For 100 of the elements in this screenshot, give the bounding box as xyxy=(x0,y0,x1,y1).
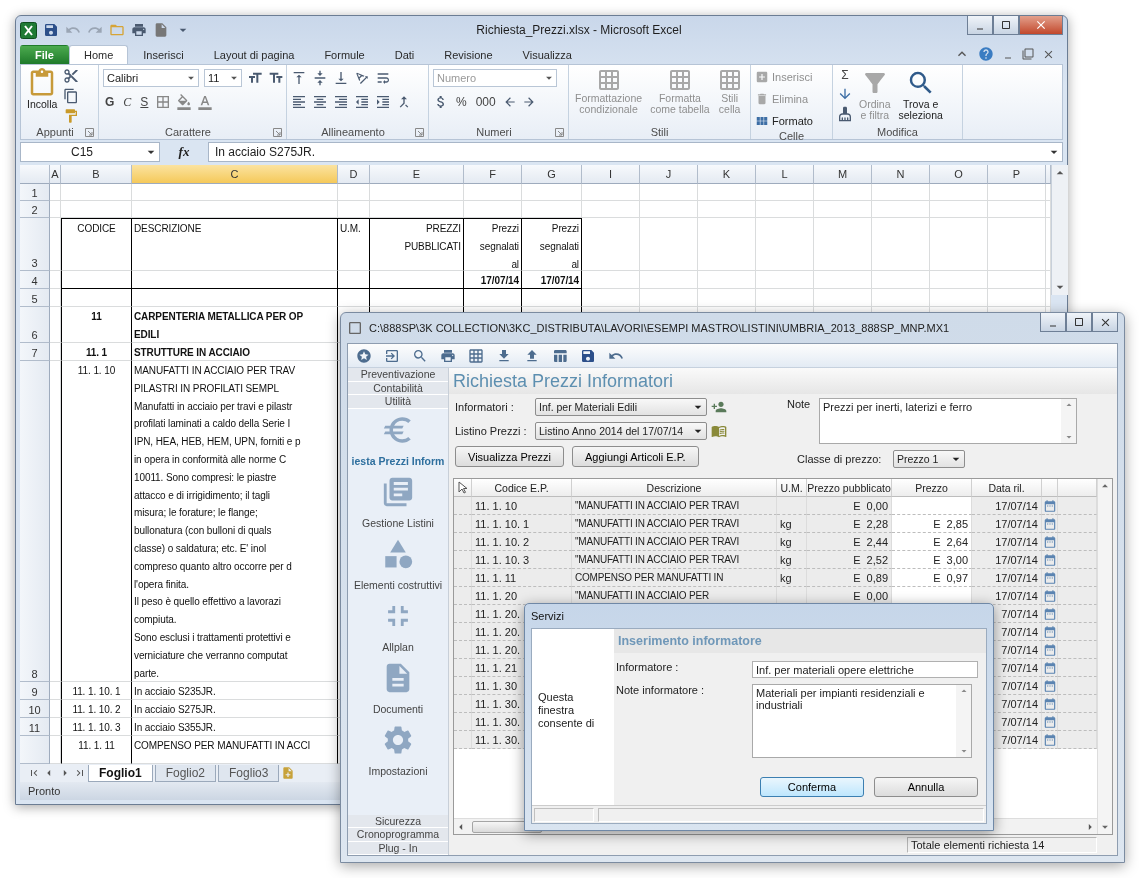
price-class-dropdown[interactable]: Prezzo 1 xyxy=(893,450,965,468)
spreadsheet-cell[interactable]: Prezzi segnalati al xyxy=(464,218,522,271)
scrollbar[interactable] xyxy=(956,685,971,757)
column-header[interactable]: C xyxy=(132,165,338,184)
spreadsheet-cell[interactable]: 11. 1. 10 xyxy=(61,361,132,682)
sidebar-section[interactable]: Preventivazione xyxy=(348,368,448,382)
align-right-icon[interactable] xyxy=(333,94,349,110)
spreadsheet-cell[interactable]: PREZZI PUBBLICATI xyxy=(370,218,464,271)
maximize-icon[interactable] xyxy=(1000,19,1012,31)
save-icon[interactable] xyxy=(580,347,596,364)
column-header[interactable]: A xyxy=(50,165,61,184)
person-add-icon[interactable] xyxy=(711,399,727,415)
column-header[interactable]: D xyxy=(338,165,370,184)
maximize-icon[interactable] xyxy=(1073,316,1085,328)
align-left-icon[interactable] xyxy=(291,94,307,110)
ribbon-tab[interactable]: File xyxy=(20,45,69,64)
row-header[interactable]: 6 xyxy=(20,307,50,343)
text-rotation-icon[interactable] xyxy=(354,70,370,86)
maximize-button[interactable] xyxy=(1066,313,1092,332)
sidebar-item[interactable]: Impostazioni xyxy=(348,718,448,781)
note-field[interactable]: Materiali per impianti residenziali e industriali xyxy=(752,684,972,758)
column-header[interactable]: O xyxy=(930,165,988,184)
spreadsheet-cell[interactable]: CARPENTERIA METALLICA PER OP EDILI xyxy=(132,307,338,343)
ribbon-tab[interactable]: Dati xyxy=(379,45,430,64)
scrollbar[interactable] xyxy=(1097,479,1112,834)
launcher-icon[interactable] xyxy=(273,127,282,137)
row-selector[interactable] xyxy=(454,731,472,749)
exit-icon[interactable] xyxy=(384,347,400,364)
maximize-button[interactable] xyxy=(993,16,1019,35)
spreadsheet-cell[interactable]: MANUFATTI IN ACCIAIO PER TRAV PILASTRI IN PROFILATI SEMPL Manufatti in acciaio per travi e pilastr profilati laminati a caldo della Serie I IPN, HEA, HEB, HEM, UPN, forniti e p in opera in conformità alle norme C 10011. Sono compresi: le piastre attacco e di irrigidimento; il tagli misura; le forature; le flange; bullonatura (con bulloni di quals classe) o saldatura; etc. E' inol compreso quanto altro occorre per d l'opera finita. Il peso è quello effettivo a lavorazi compiuta. Sono esclusi i trattamenti protettivi e verniciature che verranno computat parte. xyxy=(132,361,338,682)
informatori-dropdown[interactable]: Inf. per Materiali Edili xyxy=(535,398,707,416)
document-icon[interactable] xyxy=(153,22,169,38)
sidebar-section[interactable]: Utilità xyxy=(348,395,448,409)
spreadsheet-cell[interactable] xyxy=(61,289,132,307)
dropdown[interactable]: Calibri xyxy=(103,69,199,87)
grid-icon[interactable] xyxy=(468,347,484,364)
printer-icon[interactable] xyxy=(440,347,456,364)
paste-button[interactable]: Incolla xyxy=(25,68,60,110)
spreadsheet-cell[interactable]: STRUTTURE IN ACCIAIO xyxy=(132,343,338,361)
ribbon-tab[interactable]: Visualizza xyxy=(507,45,587,64)
spreadsheet-cell[interactable]: In acciaio S275JR. xyxy=(132,700,338,718)
column-header[interactable]: J xyxy=(640,165,698,184)
spreadsheet-cell[interactable] xyxy=(61,271,132,289)
action-button[interactable]: Aggiungi Articoli E.P. xyxy=(571,446,699,467)
decimal-increase-icon[interactable] xyxy=(521,95,536,109)
row-header[interactable]: 3 xyxy=(20,218,50,271)
spreadsheet-cell[interactable]: 17/07/14 xyxy=(522,271,582,289)
table-icon[interactable] xyxy=(552,347,568,364)
close-button[interactable] xyxy=(1092,313,1118,332)
row-header[interactable]: 9 xyxy=(20,682,50,700)
sheet-tab[interactable]: Foglio3 xyxy=(218,764,280,782)
sidebar-item[interactable]: Allplan xyxy=(348,594,448,657)
ribbon-button[interactable]: Formato xyxy=(755,112,813,130)
sidebar-item[interactable]: Gestione Listini xyxy=(348,470,448,533)
spreadsheet-cell[interactable] xyxy=(132,271,338,289)
copy-icon[interactable] xyxy=(63,88,80,104)
font-color-icon[interactable] xyxy=(197,94,214,110)
sidebar-section[interactable]: Cronoprogramma xyxy=(348,828,448,842)
spreadsheet-cell[interactable]: CODICE xyxy=(61,218,132,271)
spreadsheet-cell[interactable]: 11. 1. 10. 1 xyxy=(61,682,132,700)
search-icon[interactable] xyxy=(412,347,428,364)
row-header[interactable]: 5 xyxy=(20,289,50,307)
ribbon-button[interactable]: 000 xyxy=(473,95,498,109)
informatore-field[interactable]: Inf. per materiali opere elettriche xyxy=(752,661,978,678)
sort-button[interactable]: Trova e seleziona xyxy=(896,68,945,121)
minimize-button[interactable] xyxy=(1040,313,1066,332)
spreadsheet-cell[interactable]: 11. 1 xyxy=(61,343,132,361)
sheet-tab[interactable]: Foglio1 xyxy=(88,764,153,782)
ribbon-tab[interactable]: Revisione xyxy=(429,45,508,64)
insert-sheet-icon[interactable] xyxy=(281,766,296,780)
close-icon[interactable] xyxy=(1034,18,1048,32)
spreadsheet-cell[interactable] xyxy=(370,289,464,307)
spreadsheet-cell[interactable]: In acciaio S235JR. xyxy=(132,682,338,700)
spreadsheet-cell[interactable] xyxy=(338,271,370,289)
scrollbar[interactable] xyxy=(1051,165,1068,295)
ribbon-button[interactable]: Σ xyxy=(837,68,853,82)
font-size-icon[interactable] xyxy=(268,70,284,86)
sidebar-section[interactable]: Sicurezza xyxy=(348,814,448,828)
wrap-text-icon[interactable] xyxy=(375,70,391,86)
row-header[interactable]: 2 xyxy=(20,201,50,218)
spreadsheet-cell[interactable] xyxy=(370,271,464,289)
dialog-button[interactable]: Annulla xyxy=(874,777,978,797)
fill-down-icon[interactable] xyxy=(837,86,853,102)
help-icon[interactable] xyxy=(978,46,994,62)
scrollbar[interactable] xyxy=(1061,399,1076,443)
align-center-icon[interactable] xyxy=(312,94,328,110)
ribbon-button[interactable]: G xyxy=(103,95,117,109)
ribbon-tab[interactable]: Formule xyxy=(309,45,380,64)
ribbon-button[interactable]: S xyxy=(138,95,151,109)
export-icon[interactable] xyxy=(524,347,540,364)
sheet-tab[interactable]: Foglio2 xyxy=(154,764,217,782)
eraser-icon[interactable] xyxy=(837,106,853,122)
folder-icon[interactable] xyxy=(109,22,125,38)
column-header[interactable]: M xyxy=(814,165,872,184)
column-header[interactable]: I xyxy=(582,165,640,184)
function-label[interactable]: fx xyxy=(164,144,204,160)
column-header[interactable]: B xyxy=(61,165,132,184)
align-bottom-icon[interactable] xyxy=(333,70,349,86)
action-button[interactable]: Visualizza Prezzi xyxy=(455,446,564,467)
spreadsheet-cell[interactable] xyxy=(132,289,338,307)
